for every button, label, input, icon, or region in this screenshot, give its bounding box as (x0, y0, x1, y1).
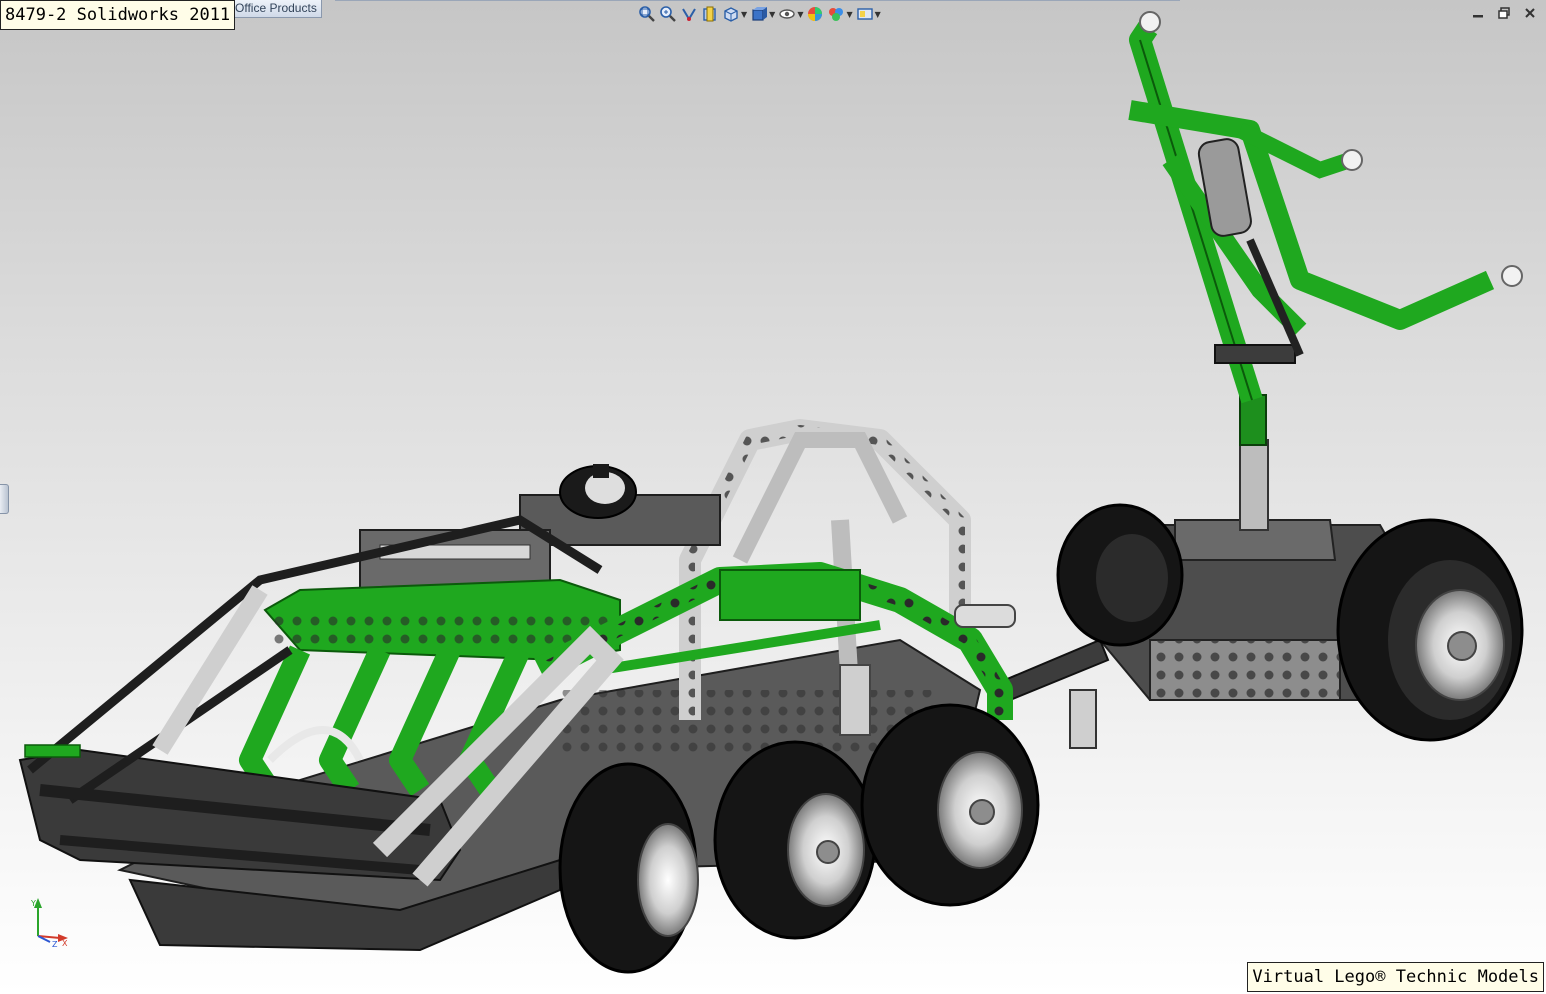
graphics-area[interactable]: 8479-2 Solidworks 2011 e Office Products… (0, 0, 1546, 994)
display-style-icon[interactable]: ▼ (750, 4, 775, 24)
view-settings-icon[interactable]: ▼ (856, 4, 881, 24)
triad-y-label: Y (30, 899, 36, 908)
triad-x-label: X (62, 939, 68, 948)
hide-show-items-icon[interactable]: ▼ (778, 4, 803, 24)
view-orientation-icon[interactable]: ▼ (722, 4, 747, 24)
window-controls (1470, 5, 1538, 21)
trailer (998, 11, 1524, 749)
feature-tree-collapse-handle[interactable] (0, 484, 9, 514)
restore-icon[interactable] (1496, 5, 1512, 21)
minimize-icon[interactable] (1470, 5, 1486, 21)
model-title-label: 8479-2 Solidworks 2011 (0, 0, 236, 30)
tab-office-products[interactable]: Office Products (230, 0, 322, 18)
zoom-to-area-icon[interactable] (659, 4, 677, 24)
reference-triad: Y X Z (30, 898, 68, 948)
main-vehicle (18, 419, 1040, 974)
section-view-icon[interactable] (701, 4, 719, 24)
tab-bar-line (335, 0, 1180, 1)
watermark-label: Virtual Lego® Technic Models (1247, 962, 1544, 992)
close-icon[interactable] (1522, 5, 1538, 21)
lego-model-render[interactable] (0, 0, 1546, 994)
edit-appearance-icon[interactable] (806, 4, 824, 24)
zoom-to-fit-icon[interactable] (638, 4, 656, 24)
triad-z-label: Z (52, 940, 58, 948)
apply-scene-icon[interactable]: ▼ (827, 4, 853, 24)
previous-view-icon[interactable] (680, 4, 698, 24)
heads-up-view-toolbar: ▼ ▼ ▼ ▼ ▼ (638, 4, 881, 24)
